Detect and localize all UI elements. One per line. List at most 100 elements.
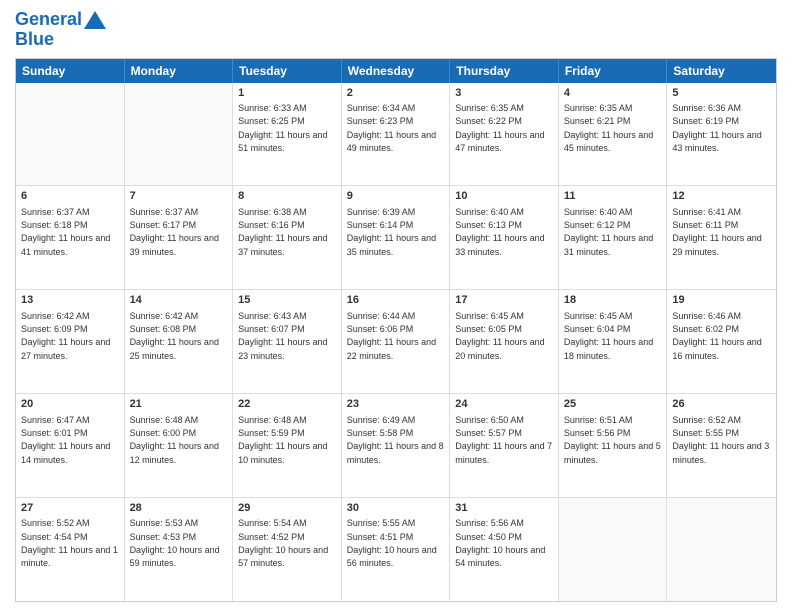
- calendar-cell: 20 Sunrise: 6:47 AM Sunset: 6:01 PM Dayli…: [16, 394, 125, 497]
- header-cell-friday: Friday: [559, 59, 668, 83]
- cell-info: Sunrise: 5:55 AM Sunset: 4:51 PM Dayligh…: [347, 518, 440, 568]
- calendar-cell: 25 Sunrise: 6:51 AM Sunset: 5:56 PM Dayli…: [559, 394, 668, 497]
- day-number: 12: [672, 189, 771, 203]
- calendar-cell: 19 Sunrise: 6:46 AM Sunset: 6:02 PM Dayli…: [667, 290, 776, 393]
- day-number: 21: [130, 397, 228, 411]
- day-number: 25: [564, 397, 662, 411]
- calendar: SundayMondayTuesdayWednesdayThursdayFrid…: [15, 58, 777, 602]
- calendar-row-3: 20 Sunrise: 6:47 AM Sunset: 6:01 PM Dayli…: [16, 393, 776, 497]
- calendar-row-4: 27 Sunrise: 5:52 AM Sunset: 4:54 PM Dayli…: [16, 497, 776, 601]
- day-number: 14: [130, 293, 228, 307]
- cell-info: Sunrise: 6:52 AM Sunset: 5:55 PM Dayligh…: [672, 415, 771, 465]
- calendar-cell: 14 Sunrise: 6:42 AM Sunset: 6:08 PM Dayli…: [125, 290, 234, 393]
- cell-info: Sunrise: 6:40 AM Sunset: 6:12 PM Dayligh…: [564, 207, 656, 257]
- cell-info: Sunrise: 6:49 AM Sunset: 5:58 PM Dayligh…: [347, 415, 446, 465]
- header-cell-tuesday: Tuesday: [233, 59, 342, 83]
- cell-info: Sunrise: 6:40 AM Sunset: 6:13 PM Dayligh…: [455, 207, 547, 257]
- calendar-cell: 22 Sunrise: 6:48 AM Sunset: 5:59 PM Dayli…: [233, 394, 342, 497]
- day-number: 6: [21, 189, 119, 203]
- day-number: 9: [347, 189, 445, 203]
- calendar-cell: 16 Sunrise: 6:44 AM Sunset: 6:06 PM Dayli…: [342, 290, 451, 393]
- day-number: 2: [347, 86, 445, 100]
- day-number: 10: [455, 189, 553, 203]
- calendar-cell: 13 Sunrise: 6:42 AM Sunset: 6:09 PM Dayli…: [16, 290, 125, 393]
- calendar-cell: 23Sunrise: 6:49 AM Sunset: 5:58 PM Dayli…: [342, 394, 451, 497]
- day-number: 22: [238, 397, 336, 411]
- cell-info: Sunrise: 6:50 AM Sunset: 5:57 PM Dayligh…: [455, 415, 554, 465]
- day-number: 5: [672, 86, 771, 100]
- calendar-cell: 11 Sunrise: 6:40 AM Sunset: 6:12 PM Dayli…: [559, 186, 668, 289]
- header-cell-sunday: Sunday: [16, 59, 125, 83]
- cell-info: Sunrise: 6:42 AM Sunset: 6:09 PM Dayligh…: [21, 311, 113, 361]
- day-number: 13: [21, 293, 119, 307]
- cell-info: Sunrise: 6:39 AM Sunset: 6:14 PM Dayligh…: [347, 207, 439, 257]
- calendar-cell: 31 Sunrise: 5:56 AM Sunset: 4:50 PM Dayli…: [450, 498, 559, 601]
- logo-text-general: General: [15, 10, 82, 30]
- day-number: 31: [455, 501, 553, 515]
- calendar-page: General Blue SundayMondayTuesdayWednesda…: [0, 0, 792, 612]
- header-cell-thursday: Thursday: [450, 59, 559, 83]
- calendar-header: SundayMondayTuesdayWednesdayThursdayFrid…: [16, 59, 776, 83]
- calendar-cell: 8Sunrise: 6:38 AM Sunset: 6:16 PM Daylig…: [233, 186, 342, 289]
- cell-info: Sunrise: 6:51 AM Sunset: 5:56 PM Dayligh…: [564, 415, 663, 465]
- cell-info: Sunrise: 6:45 AM Sunset: 6:05 PM Dayligh…: [455, 311, 547, 361]
- calendar-cell: 5 Sunrise: 6:36 AM Sunset: 6:19 PM Daylig…: [667, 83, 776, 186]
- cell-info: Sunrise: 6:44 AM Sunset: 6:06 PM Dayligh…: [347, 311, 439, 361]
- day-number: 19: [672, 293, 771, 307]
- day-number: 18: [564, 293, 662, 307]
- cell-info: Sunrise: 5:53 AM Sunset: 4:53 PM Dayligh…: [130, 518, 223, 568]
- calendar-cell: [16, 83, 125, 186]
- calendar-cell: 9 Sunrise: 6:39 AM Sunset: 6:14 PM Daylig…: [342, 186, 451, 289]
- calendar-cell: 3Sunrise: 6:35 AM Sunset: 6:22 PM Daylig…: [450, 83, 559, 186]
- cell-info: Sunrise: 6:34 AM Sunset: 6:23 PM Dayligh…: [347, 103, 439, 153]
- cell-info: Sunrise: 5:56 AM Sunset: 4:50 PM Dayligh…: [455, 518, 548, 568]
- cell-info: Sunrise: 6:46 AM Sunset: 6:02 PM Dayligh…: [672, 311, 764, 361]
- calendar-cell: 1Sunrise: 6:33 AM Sunset: 6:25 PM Daylig…: [233, 83, 342, 186]
- calendar-cell: 27 Sunrise: 5:52 AM Sunset: 4:54 PM Dayli…: [16, 498, 125, 601]
- day-number: 11: [564, 189, 662, 203]
- calendar-cell: 2 Sunrise: 6:34 AM Sunset: 6:23 PM Daylig…: [342, 83, 451, 186]
- calendar-cell: [667, 498, 776, 601]
- day-number: 8: [238, 189, 336, 203]
- cell-info: Sunrise: 5:54 AM Sunset: 4:52 PM Dayligh…: [238, 518, 331, 568]
- calendar-cell: 7 Sunrise: 6:37 AM Sunset: 6:17 PM Daylig…: [125, 186, 234, 289]
- calendar-cell: 17 Sunrise: 6:45 AM Sunset: 6:05 PM Dayli…: [450, 290, 559, 393]
- cell-info: Sunrise: 6:37 AM Sunset: 6:18 PM Dayligh…: [21, 207, 113, 257]
- calendar-row-2: 13 Sunrise: 6:42 AM Sunset: 6:09 PM Dayli…: [16, 289, 776, 393]
- calendar-cell: 24 Sunrise: 6:50 AM Sunset: 5:57 PM Dayli…: [450, 394, 559, 497]
- cell-info: Sunrise: 6:43 AM Sunset: 6:07 PM Dayligh…: [238, 311, 330, 361]
- day-number: 27: [21, 501, 119, 515]
- day-number: 30: [347, 501, 445, 515]
- day-number: 7: [130, 189, 228, 203]
- calendar-cell: 4 Sunrise: 6:35 AM Sunset: 6:21 PM Daylig…: [559, 83, 668, 186]
- calendar-cell: 15Sunrise: 6:43 AM Sunset: 6:07 PM Dayli…: [233, 290, 342, 393]
- day-number: 20: [21, 397, 119, 411]
- calendar-row-1: 6 Sunrise: 6:37 AM Sunset: 6:18 PM Daylig…: [16, 185, 776, 289]
- logo-text-blue: Blue: [15, 30, 106, 50]
- cell-info: Sunrise: 6:48 AM Sunset: 5:59 PM Dayligh…: [238, 415, 330, 465]
- day-number: 16: [347, 293, 445, 307]
- day-number: 3: [455, 86, 553, 100]
- cell-info: Sunrise: 6:33 AM Sunset: 6:25 PM Dayligh…: [238, 103, 330, 153]
- day-number: 4: [564, 86, 662, 100]
- header: General Blue: [15, 10, 777, 50]
- calendar-cell: 10 Sunrise: 6:40 AM Sunset: 6:13 PM Dayli…: [450, 186, 559, 289]
- cell-info: Sunrise: 6:36 AM Sunset: 6:19 PM Dayligh…: [672, 103, 764, 153]
- logo: General Blue: [15, 10, 106, 50]
- calendar-cell: 30 Sunrise: 5:55 AM Sunset: 4:51 PM Dayli…: [342, 498, 451, 601]
- calendar-cell: 26Sunrise: 6:52 AM Sunset: 5:55 PM Dayli…: [667, 394, 776, 497]
- header-cell-wednesday: Wednesday: [342, 59, 451, 83]
- day-number: 28: [130, 501, 228, 515]
- cell-info: Sunrise: 6:47 AM Sunset: 6:01 PM Dayligh…: [21, 415, 113, 465]
- cell-info: Sunrise: 5:52 AM Sunset: 4:54 PM Dayligh…: [21, 518, 120, 568]
- day-number: 24: [455, 397, 553, 411]
- cell-info: Sunrise: 6:37 AM Sunset: 6:17 PM Dayligh…: [130, 207, 222, 257]
- cell-info: Sunrise: 6:41 AM Sunset: 6:11 PM Dayligh…: [672, 207, 764, 257]
- day-number: 17: [455, 293, 553, 307]
- calendar-cell: 28 Sunrise: 5:53 AM Sunset: 4:53 PM Dayli…: [125, 498, 234, 601]
- calendar-cell: [125, 83, 234, 186]
- cell-info: Sunrise: 6:42 AM Sunset: 6:08 PM Dayligh…: [130, 311, 222, 361]
- calendar-body: 1Sunrise: 6:33 AM Sunset: 6:25 PM Daylig…: [16, 83, 776, 601]
- calendar-cell: [559, 498, 668, 601]
- cell-info: Sunrise: 6:35 AM Sunset: 6:21 PM Dayligh…: [564, 103, 656, 153]
